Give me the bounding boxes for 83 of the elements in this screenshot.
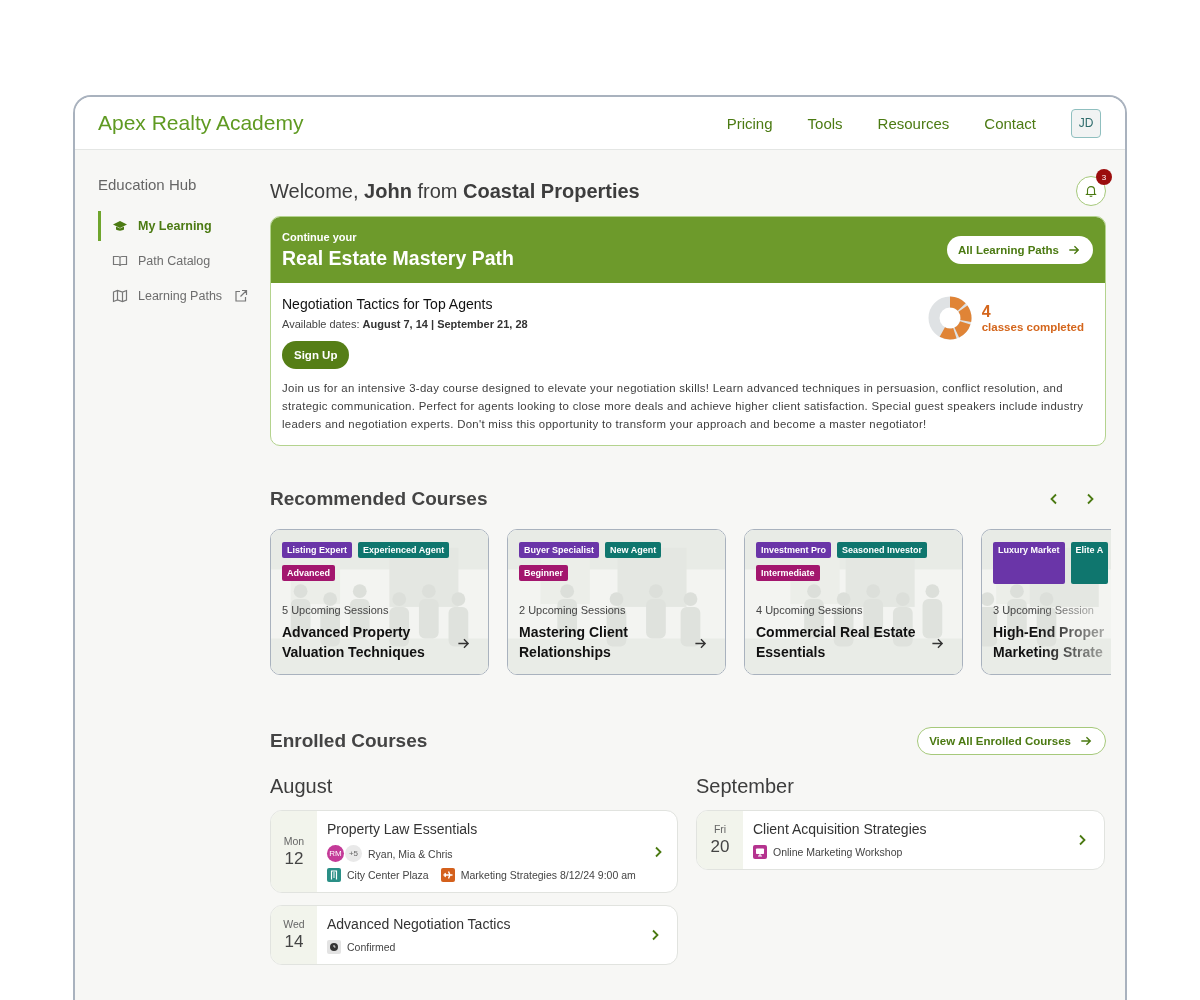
sign-up-button[interactable]: Sign Up (282, 341, 350, 369)
course-detail: Confirmed (347, 941, 396, 953)
nav-link[interactable]: Tools (807, 114, 843, 132)
weekday: Mon (283, 834, 305, 847)
session-count: 4 Upcoming Sessions (756, 604, 864, 616)
attendee-avatar: RM (327, 845, 344, 862)
progress-donut-icon (927, 296, 972, 340)
view-all-enrolled-button[interactable]: View All Enrolled Courses (917, 727, 1106, 755)
course-title: Commercial Real Estate Essentials (756, 623, 917, 662)
course-tag: Advanced (282, 565, 335, 581)
course-tag: Investment Pro (756, 542, 832, 558)
course-tag: Beginner (519, 565, 568, 581)
monitor-icon (753, 845, 767, 859)
arrow-right-icon (457, 636, 470, 650)
day-number: 12 (284, 848, 304, 869)
nav-link[interactable]: Resources (877, 114, 950, 132)
course-tag: New Agent (605, 542, 662, 558)
airplane-icon (440, 868, 455, 882)
graduation-cap-icon (112, 218, 128, 234)
completed-count: 4 (981, 303, 992, 321)
arrow-right-icon (1080, 735, 1092, 747)
brand-name[interactable]: Apex Realty Academy (98, 111, 304, 135)
course-card[interactable]: Luxury Market Elite A 3 Upcoming Session High-End Proper Marketing Strate (981, 529, 1111, 675)
day-number: 20 (710, 837, 730, 857)
course-detail: Marketing Strategies 8/12/24 9:00 am (460, 869, 636, 881)
course-tag: Listing Expert (282, 542, 352, 558)
all-learning-paths-button[interactable]: All Learning Paths (947, 236, 1093, 264)
enrolled-course-title: Advanced Negotiation Tactics (327, 916, 512, 932)
session-count: 2 Upcoming Sessions (519, 604, 627, 616)
course-description: Join us for an intensive 3-day course designed to elevate your negotiation skills! Learn advanced techniques in persuasion, conflict resolution, and strategic communication. Perfect for agents looking to close more deals and achieve higher client satisfaction. Special guest speakers include industry leaders and negotiation experts. Don't miss this opportunity to transform your approach and become a master negotiator! (282, 381, 1085, 432)
section-heading: Enrolled Courses (270, 730, 428, 752)
weekday: Wed (283, 918, 305, 930)
arrow-right-icon (931, 636, 944, 650)
book-icon (112, 253, 128, 269)
weekday: Fri (713, 823, 727, 835)
course-detail: Online Marketing Workshop (773, 846, 903, 858)
enrolled-course-card[interactable]: Mon 12 Property Law Essentials RM +5 Ryan, Mia & Chris City Center Plaza Marketing Strategies 8/12/24 9:00 am (270, 810, 678, 893)
available-dates: Available dates: August 7, 14 | September 21, 28 (282, 318, 528, 330)
month-heading: August (270, 775, 334, 798)
course-title: Mastering Client Relationships (519, 623, 629, 662)
enrolled-course-card[interactable]: Fri 20 Client Acquisition Strategies Online Marketing Workshop (696, 810, 1105, 870)
course-card[interactable]: Listing Expert Experienced Agent Advanced 5 Upcoming Sessions Advanced Property Valuation Techniques (270, 529, 489, 675)
path-eyebrow: Continue your (282, 230, 358, 243)
building-icon (327, 868, 341, 882)
course-title: High-End Proper Marketing Strate (993, 623, 1105, 662)
path-title: Real Estate Mastery Path (282, 246, 514, 270)
section-heading: Recommended Courses (270, 488, 488, 510)
sidebar-item[interactable]: Learning Paths (98, 281, 270, 311)
arrow-right-icon (694, 636, 707, 650)
session-count: 3 Upcoming Session (993, 604, 1095, 616)
sidebar-title: Education Hub (98, 176, 198, 193)
course-tag: Elite A (1070, 542, 1109, 584)
map-icon (112, 288, 128, 304)
month-heading: September (696, 775, 795, 798)
course-tag: Luxury Market (993, 542, 1065, 584)
completed-label: classes completed (981, 321, 1084, 333)
course-tag: Seasoned Investor (837, 542, 928, 558)
nav-link[interactable]: Pricing (726, 114, 773, 132)
external-link-icon (234, 289, 249, 303)
sidebar-item[interactable]: Path Catalog (98, 246, 270, 276)
clock-icon (327, 940, 341, 954)
course-card[interactable]: Buyer Specialist New Agent Beginner 2 Upcoming Sessions Mastering Client Relationships (507, 529, 726, 675)
attendee-names: Ryan, Mia & Chris (368, 847, 453, 860)
course-detail: City Center Plaza (347, 869, 429, 881)
course-title: Advanced Property Valuation Techniques (282, 623, 426, 662)
course-tag: Intermediate (756, 565, 820, 581)
notification-count: 3 (1096, 169, 1112, 185)
enrolled-course-title: Client Acquisition Strategies (753, 821, 928, 837)
enrolled-course-title: Property Law Essentials (327, 821, 479, 837)
arrow-right-icon (1068, 244, 1080, 256)
course-tag: Experienced Agent (358, 542, 450, 558)
welcome-heading: Welcome, John from Coastal Properties (270, 179, 640, 203)
session-count: 5 Upcoming Sessions (282, 604, 390, 616)
course-title: Negotiation Tactics for Top Agents (282, 296, 494, 312)
more-attendees: +5 (345, 845, 362, 862)
course-tag: Buyer Specialist (519, 542, 600, 558)
nav-link[interactable]: Contact (984, 114, 1036, 132)
bell-icon (1084, 184, 1098, 198)
day-number: 14 (284, 932, 304, 952)
course-card[interactable]: Investment Pro Seasoned Investor Intermediate 4 Upcoming Sessions Commercial Real Estate Essentials (744, 529, 963, 675)
notifications-button[interactable] (1076, 176, 1106, 206)
user-avatar[interactable]: JD (1071, 108, 1101, 138)
enrolled-course-card[interactable]: Wed 14 Advanced Negotiation Tactics Confirmed (270, 905, 678, 965)
